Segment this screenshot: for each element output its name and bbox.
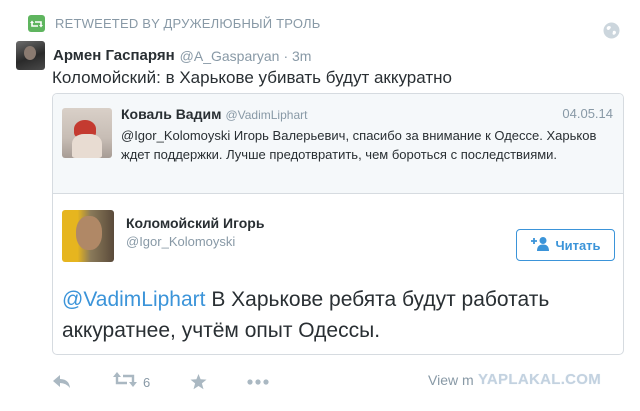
- globe-icon[interactable]: [603, 22, 620, 39]
- mention-link[interactable]: @VadimLiphart: [62, 288, 206, 311]
- tweet-timestamp[interactable]: · 3m: [283, 48, 311, 64]
- tweet-actions: 6: [53, 372, 269, 392]
- quoted-author-handle[interactable]: @Igor_Kolomoyski: [126, 234, 235, 249]
- embedded-tweet-text: @Igor_Kolomoyski Игорь Валерьевич, спаси…: [121, 128, 597, 162]
- tweet-author: Армен Гаспарян @A_Gasparyan · 3m: [16, 41, 311, 70]
- follow-button-label: Читать: [555, 237, 601, 253]
- reply-icon[interactable]: [53, 375, 73, 389]
- embedded-tweet-date[interactable]: 04.05.14: [562, 106, 613, 121]
- author-handle[interactable]: @A_Gasparyan: [180, 48, 280, 64]
- tweet-text: Коломойский: в Харькове убивать будут ак…: [52, 68, 452, 87]
- retweet-count: 6: [143, 374, 151, 390]
- avatar[interactable]: [62, 108, 112, 158]
- follow-button[interactable]: Читать: [516, 229, 615, 261]
- retweet-badge-icon: [28, 15, 45, 32]
- view-more-link[interactable]: View m: [428, 372, 474, 388]
- quoted-author-name[interactable]: Коломойский Игорь: [126, 215, 264, 231]
- follow-user-icon: [530, 236, 550, 254]
- embedded-tweet-card[interactable]: Коваль Вадим @VadimLiphart 04.05.14 @Igor…: [52, 93, 624, 355]
- embedded-author: Коваль Вадим @VadimLiphart: [121, 106, 307, 122]
- embedded-author-handle[interactable]: @VadimLiphart: [225, 108, 307, 122]
- quoted-tweet-text: @VadimLiphart В Харькове ребята будут ра…: [62, 284, 612, 346]
- watermark: YAPLAKAL.COM: [478, 371, 602, 388]
- embedded-reply-tweet[interactable]: Коваль Вадим @VadimLiphart 04.05.14 @Igor…: [53, 94, 623, 194]
- retweet-icon: [113, 372, 137, 392]
- avatar[interactable]: [62, 210, 114, 262]
- favorite-star-icon[interactable]: [190, 374, 207, 390]
- retweet-context: RETWEETED BY ДРУЖЕЛЮБНЫЙ ТРОЛЬ: [28, 15, 320, 32]
- retweet-button[interactable]: 6: [113, 372, 150, 392]
- author-name[interactable]: Армен Гаспарян: [53, 47, 175, 64]
- embedded-author-name[interactable]: Коваль Вадим: [121, 106, 221, 122]
- retweet-context-label[interactable]: RETWEETED BY ДРУЖЕЛЮБНЫЙ ТРОЛЬ: [55, 16, 320, 31]
- more-dots-icon[interactable]: [247, 379, 269, 385]
- avatar[interactable]: [16, 41, 45, 70]
